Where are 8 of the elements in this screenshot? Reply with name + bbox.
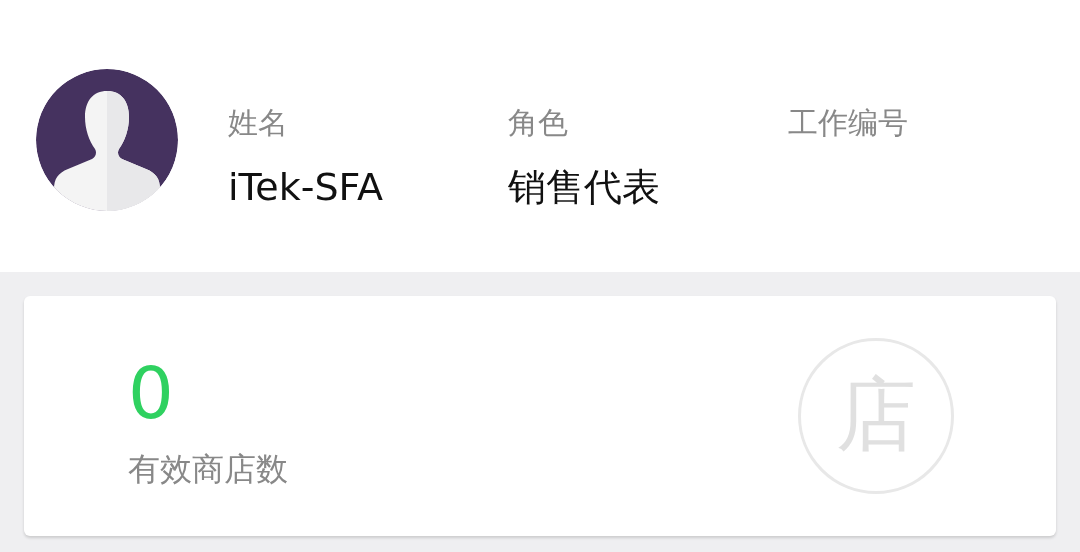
field-value: iTek-SFA	[228, 164, 384, 211]
stat-label: 有效商店数	[128, 449, 288, 490]
field-value: 销售代表	[508, 164, 661, 211]
field-label: 工作编号	[788, 104, 909, 142]
stat-value: 0	[128, 353, 175, 433]
field-label: 姓名	[228, 104, 289, 142]
avatar-icon	[36, 69, 178, 211]
field-label: 角色	[508, 104, 569, 142]
